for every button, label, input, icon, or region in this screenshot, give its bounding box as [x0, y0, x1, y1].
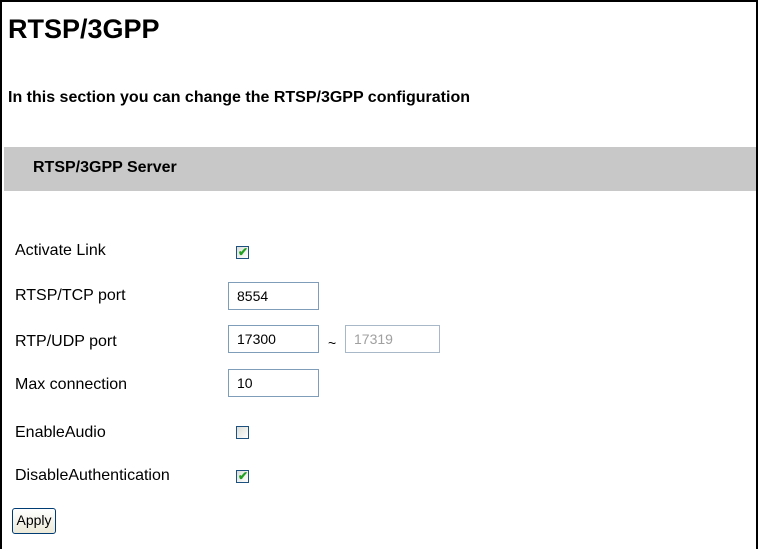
- rtp-udp-port-label: RTP/UDP port: [15, 333, 117, 350]
- page-title: RTSP/3GPP: [8, 14, 160, 44]
- checkmark-icon: ✔: [238, 245, 249, 259]
- rtp-udp-port-input[interactable]: 17300: [228, 325, 319, 353]
- page-subtitle: In this section you can change the RTSP/…: [8, 89, 470, 106]
- apply-button[interactable]: Apply: [12, 508, 56, 534]
- rtsp-tcp-port-label: RTSP/TCP port: [15, 287, 126, 304]
- port-range-separator: ~: [328, 335, 337, 351]
- section-title: RTSP/3GPP Server: [33, 159, 177, 176]
- checkmark-icon: ✔: [238, 469, 249, 483]
- enable-audio-checkbox[interactable]: [236, 426, 249, 439]
- activate-link-label: Activate Link: [15, 242, 106, 259]
- disable-authentication-checkbox[interactable]: ✔: [236, 469, 249, 483]
- rtp-udp-port-end-input: 17319: [345, 325, 440, 353]
- max-connection-input[interactable]: 10: [228, 369, 319, 397]
- rtsp-tcp-port-input[interactable]: 8554: [228, 282, 319, 310]
- activate-link-checkbox[interactable]: ✔: [236, 245, 249, 259]
- max-connection-label: Max connection: [15, 376, 128, 393]
- disable-authentication-label: DisableAuthentication: [15, 467, 170, 484]
- enable-audio-label: EnableAudio: [15, 424, 106, 441]
